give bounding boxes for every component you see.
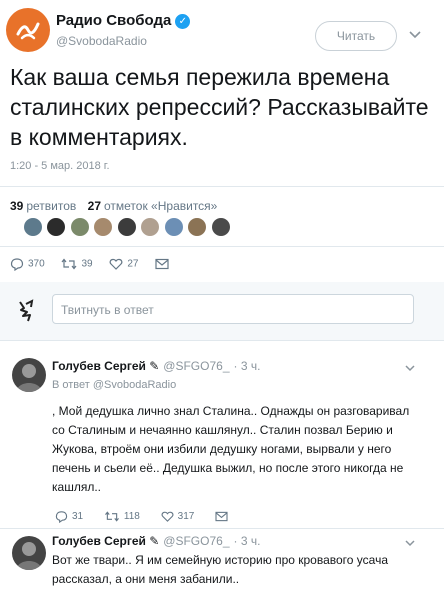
comment-text: , Мой дедушка лично знал Сталина.. Однаж… xyxy=(52,404,410,494)
direct-message-button[interactable] xyxy=(215,511,232,522)
reply-count: 31 xyxy=(72,511,84,523)
comment-text: Вот же твари.. Я им семейную историю про… xyxy=(52,553,388,586)
like-count: 27 xyxy=(127,258,139,270)
avatar[interactable] xyxy=(12,358,46,392)
chevron-down-icon[interactable] xyxy=(404,537,416,549)
reply-button[interactable]: 370 xyxy=(10,257,45,272)
chevron-down-icon[interactable] xyxy=(408,27,422,41)
like-button[interactable]: 317 xyxy=(161,510,195,523)
retweet-button[interactable]: 118 xyxy=(104,510,140,523)
radio-svoboda-logo[interactable] xyxy=(6,8,50,52)
retweet-icon xyxy=(62,258,77,270)
retweets-label[interactable]: ретвитов xyxy=(26,199,76,213)
liker-avatar[interactable] xyxy=(47,218,66,236)
liker-avatar[interactable] xyxy=(94,218,113,236)
account-name-text[interactable]: Радио Свобода xyxy=(56,12,171,29)
chevron-down-icon[interactable] xyxy=(404,362,416,374)
divider xyxy=(0,246,444,247)
message-icon xyxy=(155,258,169,270)
tweet-actions: 370 39 27 xyxy=(10,257,187,272)
account-handle[interactable]: @SvobodaRadio xyxy=(56,34,147,48)
message-icon xyxy=(215,511,228,522)
author-handle[interactable]: @SFGO76_ xyxy=(163,359,229,373)
user-avatar-icon xyxy=(19,299,34,322)
likes-count[interactable]: 27 xyxy=(88,199,101,213)
avatar[interactable] xyxy=(12,536,46,570)
like-count: 317 xyxy=(177,511,195,523)
tweet-text: Как ваша семья пережила времена сталинск… xyxy=(10,64,429,150)
reply-to-label[interactable]: В ответ @SvobodaRadio xyxy=(52,379,176,391)
author-handle[interactable]: @SFGO76_ xyxy=(163,534,229,548)
divider xyxy=(0,340,444,341)
like-icon xyxy=(161,511,174,522)
comment-time[interactable]: · 3 ч. xyxy=(234,534,261,548)
divider xyxy=(0,528,444,529)
likes-label[interactable]: отметок «Нравится» xyxy=(104,199,217,213)
liker-avatar[interactable] xyxy=(211,218,230,236)
retweet-count: 39 xyxy=(81,258,93,270)
author-name[interactable]: Голубев Сергей xyxy=(52,359,146,373)
like-button[interactable]: 27 xyxy=(109,257,139,271)
retweet-icon xyxy=(104,511,119,522)
likers-avatars xyxy=(24,218,231,238)
reply-input[interactable]: Твитнуть в ответ xyxy=(52,294,414,324)
author-name[interactable]: Голубев Сергей xyxy=(52,534,146,548)
reply-composer: Твитнуть в ответ xyxy=(0,282,444,340)
comment-author[interactable]: Голубев Сергей ✎ @SFGO76_ · 3 ч. xyxy=(52,359,260,373)
like-icon xyxy=(109,258,123,270)
divider xyxy=(0,186,444,187)
liker-avatar[interactable] xyxy=(70,218,89,236)
tweet-header: Радио Свобода ✓ @SvobodaRadio Читать xyxy=(6,6,438,52)
reply-button[interactable]: 31 xyxy=(55,510,84,524)
reply-count: 370 xyxy=(28,258,45,270)
account-name[interactable]: Радио Свобода ✓ xyxy=(56,12,191,29)
follow-button[interactable]: Читать xyxy=(315,21,397,51)
comment-author[interactable]: Голубев Сергей ✎ @SFGO76_ · 3 ч. xyxy=(52,534,260,548)
tweet-timestamp[interactable]: 1:20 - 5 мар. 2018 г. xyxy=(10,160,110,172)
comment-actions: 31 118 317 xyxy=(55,510,250,524)
direct-message-button[interactable] xyxy=(155,258,173,270)
retweet-count: 118 xyxy=(123,511,140,523)
reply-icon xyxy=(10,258,24,272)
liker-avatar[interactable] xyxy=(188,218,207,236)
verified-icon: ✓ xyxy=(175,14,191,29)
comment-time[interactable]: · 3 ч. xyxy=(234,359,261,373)
liker-avatar[interactable] xyxy=(24,218,42,236)
reply-icon xyxy=(55,511,68,524)
retweets-count[interactable]: 39 xyxy=(10,199,23,213)
liker-avatar[interactable] xyxy=(141,218,160,236)
tweet-stats: 39 ретвитов 27 отметок «Нравится» xyxy=(10,199,217,213)
retweet-button[interactable]: 39 xyxy=(61,257,93,271)
liker-avatar[interactable] xyxy=(117,218,136,236)
liker-avatar[interactable] xyxy=(164,218,183,236)
